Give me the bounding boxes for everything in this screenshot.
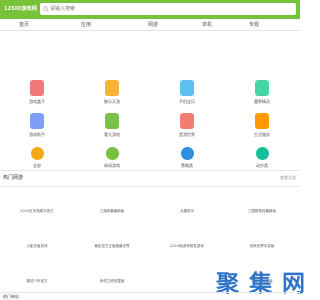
app-label: 游戏盒子: [29, 99, 45, 104]
category-label: 休闲游戏: [104, 163, 120, 168]
app-icon: [255, 80, 269, 96]
app-label: 是游世界: [179, 132, 195, 137]
app-icon: [30, 113, 44, 129]
section-divider: [0, 292, 300, 293]
app-icon: [255, 113, 269, 129]
app-icon: [30, 80, 44, 96]
app-label: 看大游戏: [104, 132, 120, 137]
category-icon: [180, 147, 194, 160]
section-divider: [0, 186, 300, 187]
game-link[interactable]: 魔法少年官方: [12, 278, 62, 284]
game-link[interactable]: 暴走官方正版魔兽世界: [87, 243, 137, 249]
category-icon: [255, 147, 269, 160]
more-link[interactable]: 查看全部: [280, 175, 296, 181]
app-item[interactable]: 游戏盒子: [17, 80, 57, 105]
section-title: 热门网游: [3, 175, 24, 181]
category-item[interactable]: 策略类: [167, 147, 207, 169]
game-link[interactable]: 火影忍者游戏: [12, 243, 62, 249]
section-divider: [0, 170, 300, 171]
category-item[interactable]: 全部: [17, 147, 57, 169]
app-icon: [105, 80, 119, 96]
category-item[interactable]: 休闲游戏: [92, 147, 132, 169]
game-link[interactable]: 2024新游戏首发游戏: [162, 243, 212, 249]
app-item[interactable]: 看大游戏: [92, 113, 132, 138]
game-link[interactable]: 剑侠世界手游版: [237, 243, 287, 249]
app-item[interactable]: 魔界精灵: [242, 80, 282, 105]
section-title-bottom: 热门单机: [3, 294, 19, 299]
app-icon: [180, 113, 194, 129]
app-label: 聚乐天游: [104, 99, 120, 104]
app-item[interactable]: 手机宝贝: [167, 80, 207, 105]
app-label: 生活服务: [254, 132, 270, 137]
category-label: 动作类: [256, 163, 268, 168]
category-label: 全部: [33, 163, 41, 168]
game-link[interactable]: 永恒之塔完整版: [87, 278, 137, 284]
app-icon: [105, 113, 119, 129]
app-item[interactable]: 是游世界: [167, 113, 207, 138]
game-link[interactable]: 江湖风暴最新版: [87, 208, 137, 214]
game-link[interactable]: 三国群英传最新版: [237, 208, 287, 214]
category-icon: [30, 147, 44, 160]
app-item[interactable]: 聚乐天游: [92, 80, 132, 105]
app-label: 魔界精灵: [254, 99, 270, 104]
search-input[interactable]: [50, 3, 290, 15]
category-icon: [105, 147, 119, 160]
app-label: 游戏助手: [29, 132, 45, 137]
app-icon: [180, 80, 194, 96]
app-label: 手机宝贝: [179, 99, 195, 104]
search-icon: [43, 6, 49, 12]
app-item[interactable]: 生活服务: [242, 113, 282, 138]
nav-divider: [0, 30, 300, 31]
game-link[interactable]: 2024红手指助手官方: [12, 208, 62, 214]
site-logo[interactable]: 125ID游戏网: [4, 5, 37, 12]
category-item[interactable]: 动作类: [242, 147, 282, 169]
search-box[interactable]: [40, 3, 296, 15]
top-bar: 125ID游戏网: [0, 0, 300, 19]
app-item[interactable]: 游戏助手: [17, 113, 57, 138]
category-label: 策略类: [181, 163, 193, 168]
game-link[interactable]: 大唐风华: [162, 208, 212, 214]
